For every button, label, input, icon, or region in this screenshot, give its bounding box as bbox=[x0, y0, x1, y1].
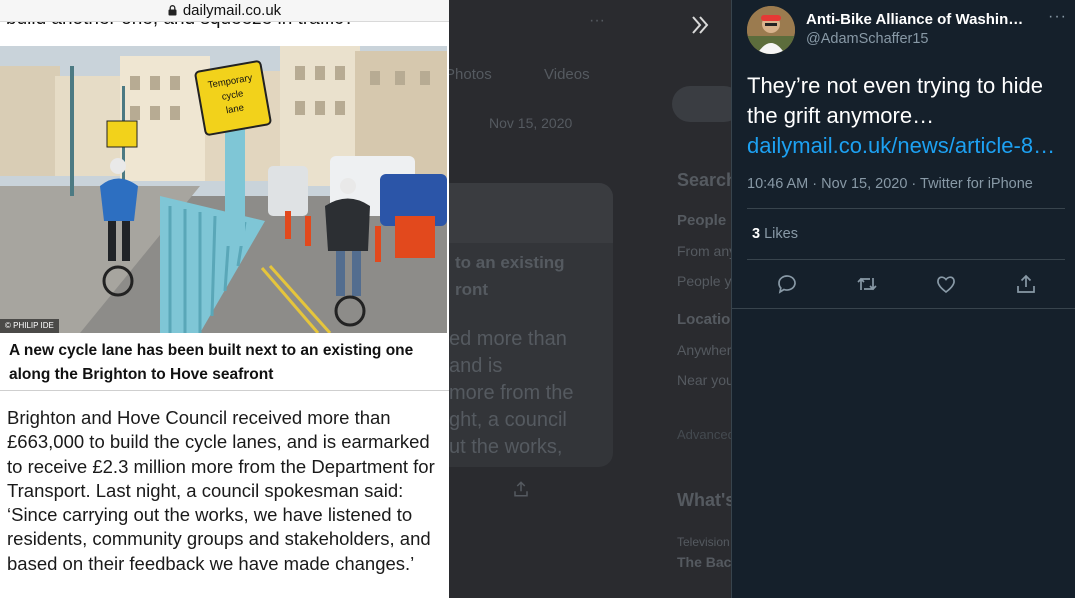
display-name[interactable]: Anti-Bike Alliance of Washin… bbox=[806, 11, 1036, 28]
bg-card-body-4: ght, a council bbox=[449, 409, 567, 431]
bg-trend-category: Television bbox=[677, 535, 730, 549]
more-icon[interactable]: ··· bbox=[1048, 8, 1067, 26]
bg-card-image bbox=[449, 183, 613, 243]
bg-tab-videos: Videos bbox=[544, 66, 590, 83]
bg-tab-photos: Photos bbox=[449, 66, 492, 83]
bg-people-label: People bbox=[677, 212, 727, 229]
tweet-text: They’re not even trying to hide the grif… bbox=[747, 73, 1043, 128]
bg-people-you-follow: People you follow bbox=[677, 273, 731, 289]
expand-icon[interactable] bbox=[687, 12, 713, 38]
bg-share-icon bbox=[514, 481, 528, 497]
bg-whats-happening: What's happening bbox=[677, 490, 731, 510]
bg-card-body-2: and is bbox=[449, 355, 503, 377]
bg-search-pill bbox=[672, 86, 731, 122]
caption-divider bbox=[0, 390, 449, 391]
tweet-link[interactable]: dailymail.co.uk/news/article-8… bbox=[747, 131, 1067, 161]
divider bbox=[747, 259, 1065, 260]
bg-card-title-1: to an existing bbox=[455, 253, 565, 272]
tweet-body: They’re not even trying to hide the grif… bbox=[747, 71, 1072, 161]
reply-icon[interactable] bbox=[775, 272, 799, 296]
tweet-detail-panel: Anti-Bike Alliance of Washin… @AdamSchaf… bbox=[731, 0, 1075, 598]
photo-caption: A new cycle lane has been built next to … bbox=[9, 342, 414, 383]
article-body-paragraph: Brighton and Hove Council received more … bbox=[7, 407, 435, 574]
bg-from-anyone: From anyone bbox=[677, 243, 731, 259]
bg-date: Nov 15, 2020 bbox=[489, 115, 573, 131]
likes-count-link[interactable]: 3 Likes bbox=[752, 226, 798, 242]
share-icon[interactable] bbox=[1014, 272, 1038, 296]
browser-url-bar[interactable]: dailymail.co.uk bbox=[0, 0, 449, 22]
likes-count: 3 bbox=[752, 226, 761, 242]
avatar[interactable] bbox=[747, 6, 795, 54]
article-screenshot: dailymail.co.uk build another one, and s… bbox=[0, 0, 449, 598]
like-icon[interactable] bbox=[934, 272, 958, 296]
user-handle[interactable]: @AdamSchaffer15 bbox=[806, 31, 928, 47]
bg-card-title-2: ront bbox=[455, 280, 489, 299]
tweet-timestamp[interactable]: 10:46 AM · Nov 15, 2020 · Twitter for iP… bbox=[747, 176, 1033, 192]
likes-label: Likes bbox=[764, 226, 798, 242]
tweet-card: Anti-Bike Alliance of Washin… @AdamSchaf… bbox=[732, 0, 1075, 309]
retweet-icon[interactable] bbox=[855, 272, 879, 296]
bg-search-filters-heading: Search filters bbox=[677, 170, 731, 190]
url-domain: dailymail.co.uk bbox=[182, 2, 282, 19]
photo-credit: © PHILIP IDE bbox=[0, 319, 59, 333]
bg-trend-title: The Bachelor bbox=[677, 554, 731, 570]
bg-card-body-5: ut the works, bbox=[449, 436, 563, 458]
bg-advanced-search: Advanced search bbox=[677, 427, 731, 442]
bg-near-you: Near you bbox=[677, 372, 731, 388]
lock-icon bbox=[168, 5, 177, 16]
bg-more-icon: ··· bbox=[589, 12, 605, 29]
divider bbox=[747, 208, 1065, 209]
bg-card-body-3: more from the bbox=[449, 382, 574, 404]
dimmed-background[interactable]: Photos Videos ··· Nov 15, 2020 to an exi… bbox=[449, 0, 731, 598]
bg-location-label: Location bbox=[677, 311, 731, 328]
article-photo: Temporary cycle lane © PHILIP IDE bbox=[0, 46, 447, 333]
bg-anywhere: Anywhere bbox=[677, 342, 731, 358]
bg-card-body-1: ed more than bbox=[449, 328, 567, 350]
